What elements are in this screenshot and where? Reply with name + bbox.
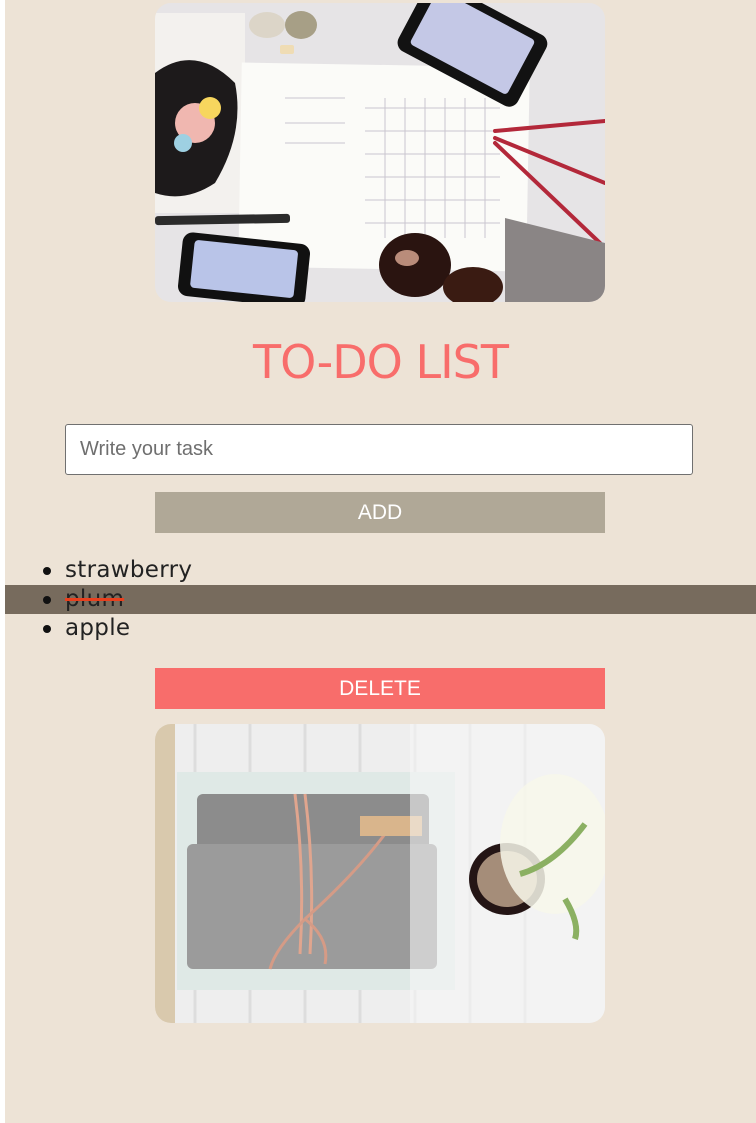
task-text: plum [65,586,125,612]
task-item[interactable]: plum [5,585,756,614]
task-list: strawberry plum apple [5,556,756,643]
task-item[interactable]: strawberry [5,556,756,585]
task-text: strawberry [65,557,193,583]
notebook-illustration [155,724,605,1023]
page: TO-DO LIST ADD strawberry plum apple DEL… [5,0,756,1123]
bullet-icon [43,596,51,604]
bullet-icon [43,625,51,633]
task-input[interactable] [65,424,693,475]
delete-button[interactable]: DELETE [155,668,605,709]
planner-illustration [155,3,605,302]
planner-photo [155,3,605,302]
notebook-photo [155,724,605,1023]
task-item[interactable]: apple [5,614,756,643]
task-text: apple [65,615,131,641]
bullet-icon [43,567,51,575]
page-title: TO-DO LIST [253,335,509,389]
add-button[interactable]: ADD [155,492,605,533]
